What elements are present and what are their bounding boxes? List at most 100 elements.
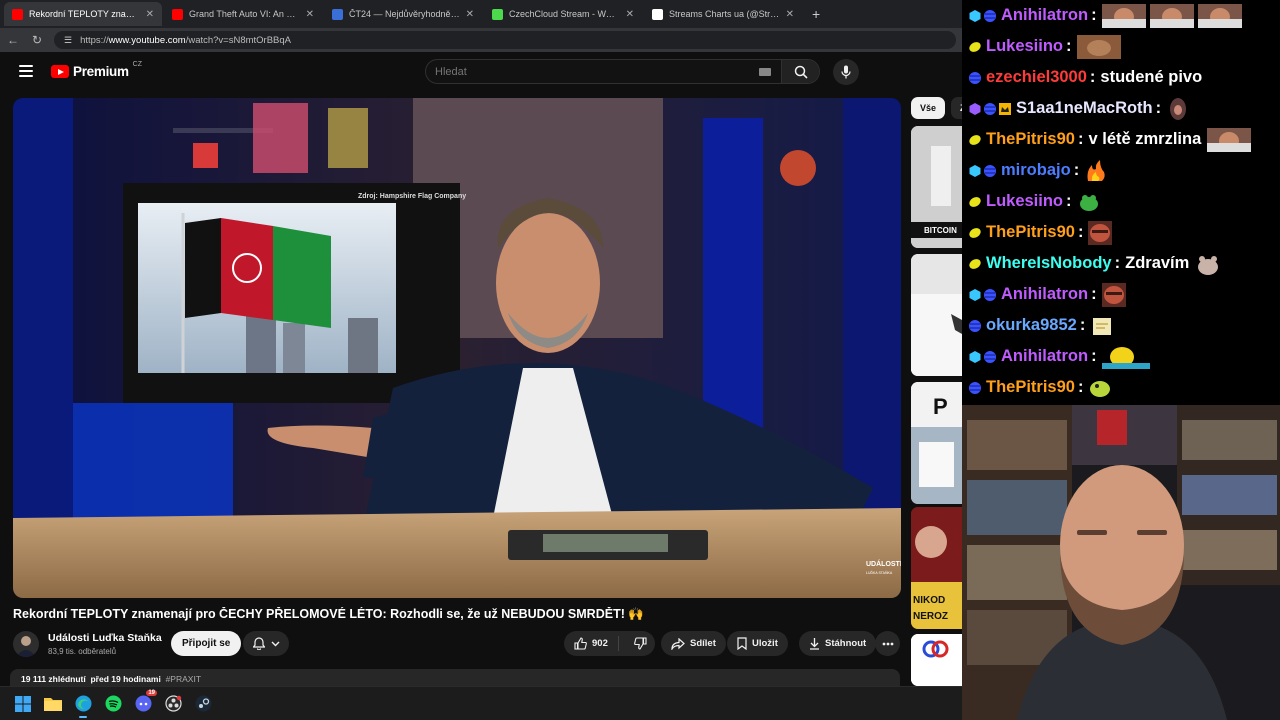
more-horizontal-icon: [882, 642, 893, 645]
chat-separator: :: [1114, 254, 1121, 272]
description-box[interactable]: 19 111 zhlédnutí před 19 hodinami #PRAXI…: [10, 669, 900, 686]
browser-tab[interactable]: Streams Charts ua (@StreamsChart ✕: [644, 2, 802, 26]
related-video-thumbnail[interactable]: P: [911, 382, 962, 504]
chat-username[interactable]: okurka9852: [986, 316, 1077, 335]
chat-username[interactable]: Lukesiino: [986, 37, 1063, 56]
save-button[interactable]: Uložit: [727, 631, 788, 656]
chat-username[interactable]: Lukesiino: [986, 192, 1063, 211]
chat-separator: :: [1155, 99, 1162, 117]
chat-username[interactable]: mirobajo: [1001, 161, 1071, 180]
chat-emote-face-icon: [1197, 3, 1242, 28]
url-field[interactable]: ☰ https://www.youtube.com/watch?v=sN8mtO…: [54, 31, 956, 49]
chat-emote-redface-icon: [1101, 282, 1126, 307]
chat-separator: :: [1073, 161, 1080, 179]
chat-message: Anihilatron:: [968, 0, 1280, 31]
file-explorer-icon[interactable]: [38, 689, 68, 719]
browser-tab[interactable]: Grand Theft Auto VI: An Extended ✕: [164, 2, 322, 26]
dislike-button[interactable]: [624, 637, 647, 650]
edge-browser-icon[interactable]: [68, 689, 98, 719]
thumbs-down-icon: [633, 637, 647, 650]
obs-icon[interactable]: [158, 689, 188, 719]
badge-lemon-icon: [968, 257, 982, 271]
chat-username[interactable]: ezechiel3000: [986, 68, 1087, 87]
search-button[interactable]: [781, 60, 819, 83]
download-button[interactable]: Stáhnout: [799, 631, 877, 656]
badge-cube-icon: [968, 164, 982, 178]
back-icon[interactable]: ←: [6, 33, 20, 47]
menu-icon[interactable]: [19, 65, 33, 77]
url-path: /watch?v=sN8mtOrBBqA: [185, 34, 292, 46]
tab-title: Streams Charts ua (@StreamsChart: [669, 9, 780, 19]
channel-avatar[interactable]: [13, 631, 39, 657]
join-button[interactable]: Připojit se: [171, 631, 242, 656]
url-prefix: https://: [80, 34, 109, 46]
tab-title: Grand Theft Auto VI: An Extended: [189, 9, 300, 19]
badge-globe-icon: [968, 381, 982, 395]
new-tab-icon[interactable]: +: [804, 6, 828, 22]
keyboard-icon[interactable]: [759, 67, 771, 76]
related-video-thumbnail[interactable]: BITCOIN: [911, 126, 962, 248]
chat-message: ThePitris90: v létě zmrzlina: [968, 124, 1280, 155]
close-tab-icon[interactable]: ✕: [466, 9, 474, 20]
chip-all[interactable]: Vše: [911, 97, 946, 119]
chat-emote-face-icon: [1149, 3, 1194, 28]
hashtag-link[interactable]: #PRAXIT: [166, 674, 201, 684]
windows-start-icon[interactable]: [8, 689, 38, 719]
chat-emote-fire-icon: [1084, 158, 1109, 183]
badge-globe-icon: [968, 319, 982, 333]
close-tab-icon[interactable]: ✕: [786, 9, 794, 20]
youtube-page: Premium CZ Hledat Zdroj: Hampshire Flag …: [0, 52, 962, 686]
chat-username[interactable]: ThePitris90: [986, 130, 1075, 149]
chat-emote-cat-icon: [1076, 34, 1121, 59]
browser-tab[interactable]: CzechCloud Stream - Watch Live o ✕: [484, 2, 642, 26]
browser-tab[interactable]: ČT24 — Nejdůvěryhodnější zpravo ✕: [324, 2, 482, 26]
chat-username[interactable]: Anihilatron: [1001, 285, 1088, 304]
youtube-logo[interactable]: Premium CZ: [51, 61, 142, 79]
share-label: Sdílet: [690, 638, 716, 649]
video-watermark: UDÁLOSTI: [866, 559, 901, 568]
thumbs-up-icon: [574, 637, 587, 650]
search-input[interactable]: [426, 65, 759, 78]
chat-badges: [968, 71, 982, 85]
reload-icon[interactable]: ↻: [30, 33, 44, 47]
chat-badges: [968, 40, 982, 54]
bookmark-icon: [737, 637, 747, 650]
chat-username[interactable]: ThePitris90: [986, 223, 1075, 242]
chat-username[interactable]: S1aa1neMacRoth: [1016, 99, 1153, 118]
related-video-thumbnail[interactable]: [911, 634, 962, 686]
spotify-icon[interactable]: [98, 689, 128, 719]
chat-badges: [968, 381, 982, 395]
related-video-thumbnail[interactable]: [911, 254, 962, 376]
download-label: Stáhnout: [825, 638, 867, 649]
browser-tab-strip: Rekordní TEPLOTY znamenají pro ČECHY✕Gra…: [0, 0, 962, 28]
tab-favicon-icon: [172, 8, 183, 20]
chat-username[interactable]: ThePitris90: [986, 378, 1075, 397]
tab-title: CzechCloud Stream - Watch Live o: [509, 9, 620, 19]
chat-separator: :: [1089, 68, 1096, 86]
site-info-icon[interactable]: ☰: [64, 35, 72, 46]
discord-icon[interactable]: 19: [128, 689, 158, 719]
chat-username[interactable]: WhereIsNobody: [986, 254, 1112, 273]
tab-favicon-icon: [332, 8, 343, 20]
chat-message: Anihilatron:: [968, 341, 1280, 372]
browser-tab[interactable]: Rekordní TEPLOTY znamenají pro ČECHY ✕: [4, 2, 162, 26]
badge-globe-icon: [983, 288, 997, 302]
chat-username[interactable]: Anihilatron: [1001, 6, 1088, 25]
youtube-header: Premium CZ: [0, 52, 962, 92]
close-tab-icon[interactable]: ✕: [626, 9, 634, 20]
like-button[interactable]: 902: [564, 636, 619, 651]
steam-icon[interactable]: [188, 689, 218, 719]
share-button[interactable]: Sdílet: [661, 631, 726, 656]
related-video-thumbnail[interactable]: NIKOD NEROZ: [911, 507, 962, 629]
tab-title: Rekordní TEPLOTY znamenají pro ČECHY: [29, 9, 140, 19]
subscription-notifications-button[interactable]: [243, 631, 289, 656]
voice-search-button[interactable]: [833, 59, 859, 85]
close-tab-icon[interactable]: ✕: [306, 9, 314, 20]
video-player[interactable]: Zdroj: Hampshire Flag Company UDÁLOSTI L…: [13, 98, 901, 598]
chip-second[interactable]: Z: [951, 97, 962, 119]
chat-message: okurka9852:: [968, 310, 1280, 341]
more-actions-button[interactable]: [875, 631, 900, 656]
channel-name[interactable]: Události Luďka Staňka: [48, 632, 162, 644]
chat-username[interactable]: Anihilatron: [1001, 347, 1088, 366]
close-tab-icon[interactable]: ✕: [146, 9, 154, 20]
